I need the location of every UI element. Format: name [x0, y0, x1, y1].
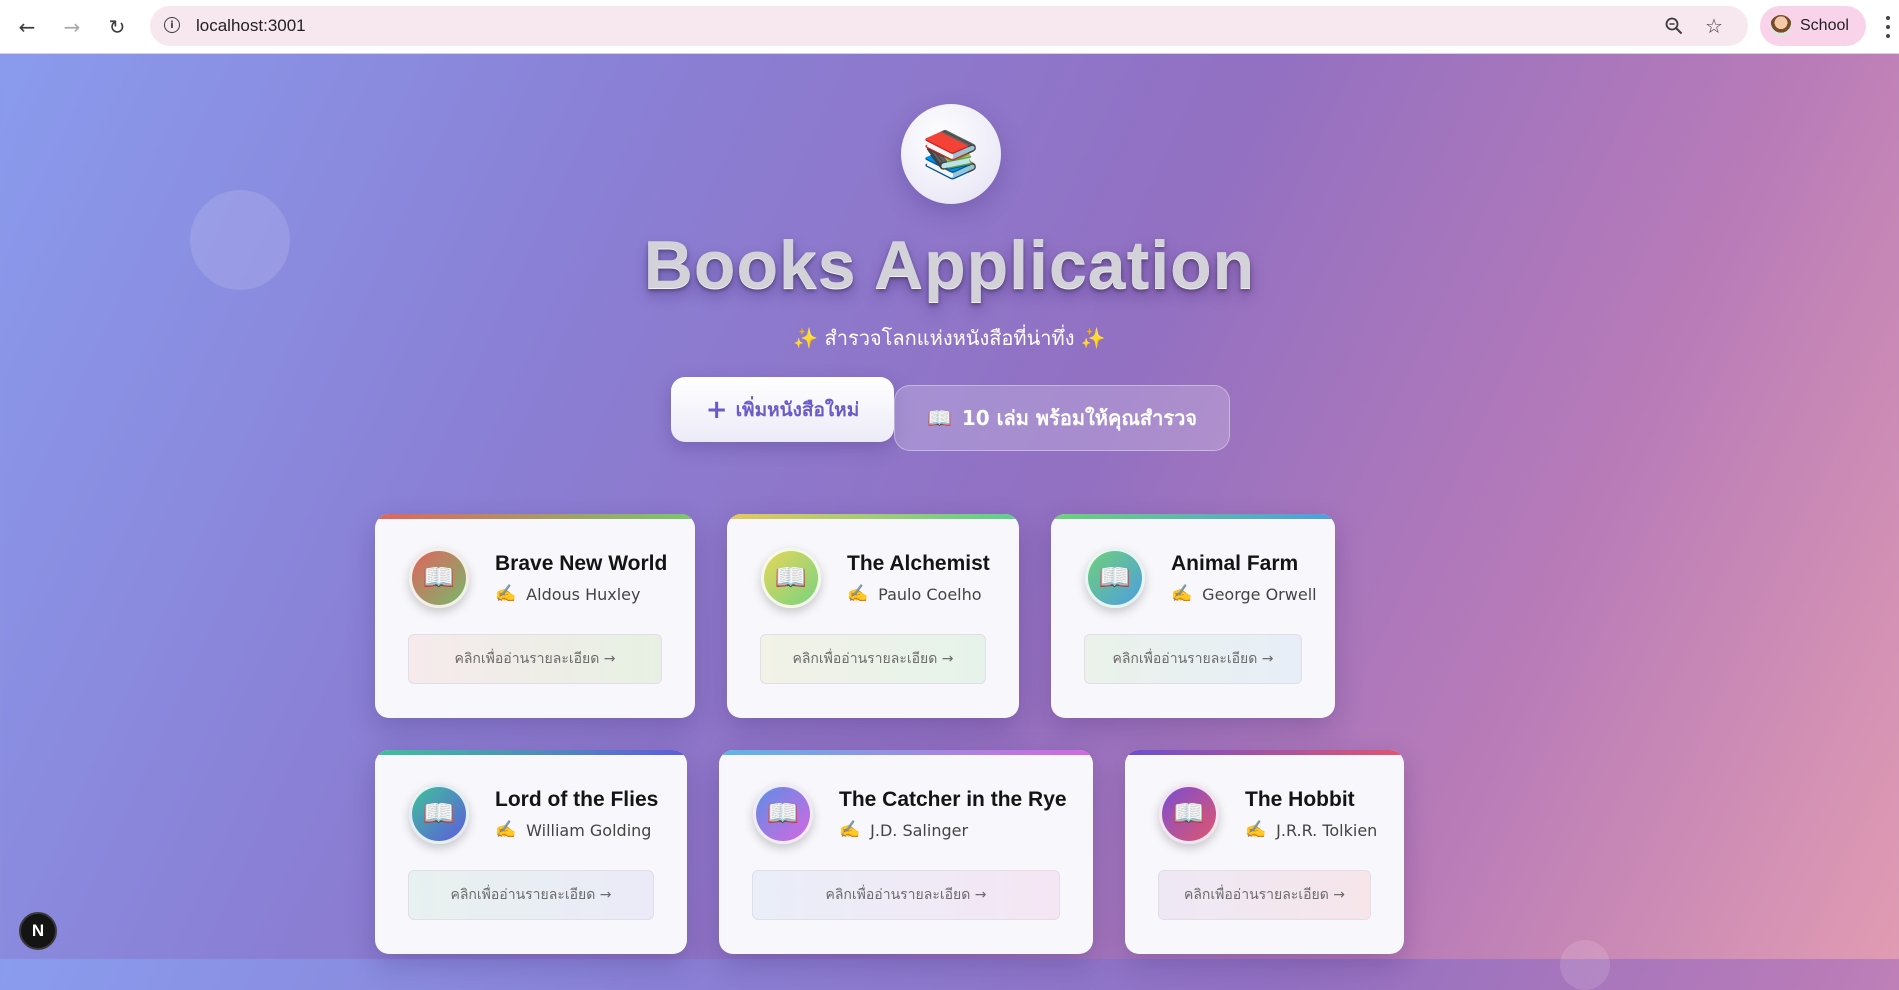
- browser-toolbar: ← → ↻ i localhost:3001 ☆ School: [0, 0, 1899, 54]
- address-bar[interactable]: i localhost:3001 ☆: [150, 6, 1748, 46]
- book-author: ✍️ J.D. Salinger: [839, 820, 968, 840]
- author-name: J.R.R. Tolkien: [1276, 820, 1378, 840]
- read-details-button[interactable]: คลิกเพื่ออ่านรายละเอียด →: [760, 634, 986, 684]
- book-title: The Hobbit: [1245, 788, 1355, 811]
- zoom-icon[interactable]: [1662, 14, 1686, 38]
- card-accent-bar: [375, 514, 695, 519]
- book-card[interactable]: 📖 The Catcher in the Rye ✍️ J.D. Salinge…: [719, 750, 1093, 954]
- book-card[interactable]: 📖 The Alchemist ✍️ Paulo Coelho คลิกเพื่…: [727, 514, 1019, 718]
- book-count-badge: 📖 10 เล่ม พร้อมให้คุณสำรวจ: [894, 385, 1230, 451]
- url-text[interactable]: localhost:3001: [196, 16, 306, 36]
- pen-icon: ✍️: [839, 820, 861, 840]
- book-icon: 📖: [409, 784, 469, 844]
- book-icon: 📖: [753, 784, 813, 844]
- read-details-button[interactable]: คลิกเพื่ออ่านรายละเอียด →: [408, 634, 662, 684]
- pen-icon: ✍️: [495, 820, 517, 840]
- book-author: ✍️ J.R.R. Tolkien: [1245, 820, 1377, 840]
- plus-icon: +: [705, 394, 728, 425]
- pen-icon: ✍️: [1171, 584, 1193, 604]
- author-name: William Golding: [526, 820, 652, 840]
- open-book-icon: 📖: [926, 406, 952, 430]
- decorative-circle: [1560, 940, 1610, 990]
- card-accent-bar: [375, 750, 687, 755]
- add-book-label: เพิ่มหนังสือใหม่: [735, 398, 860, 421]
- profile-name: School: [1800, 17, 1849, 34]
- book-author: ✍️ George Orwell: [1171, 584, 1317, 604]
- pen-icon: ✍️: [495, 584, 517, 604]
- card-accent-bar: [727, 514, 1019, 519]
- add-book-button[interactable]: + เพิ่มหนังสือใหม่: [671, 377, 894, 442]
- read-details-button[interactable]: คลิกเพื่ออ่านรายละเอียด →: [1158, 870, 1371, 920]
- forward-button[interactable]: →: [57, 12, 87, 42]
- author-name: George Orwell: [1202, 584, 1317, 604]
- read-details-button[interactable]: คลิกเพื่ออ่านรายละเอียด →: [408, 870, 654, 920]
- avatar: [1770, 15, 1792, 37]
- book-author: ✍️ William Golding: [495, 820, 651, 840]
- info-icon[interactable]: i: [164, 17, 180, 33]
- book-title: The Alchemist: [847, 552, 990, 575]
- author-name: Aldous Huxley: [526, 584, 641, 604]
- arrow-right-icon: →: [63, 15, 81, 39]
- book-author: ✍️ Paulo Coelho: [847, 584, 982, 604]
- author-name: J.D. Salinger: [870, 820, 969, 840]
- book-card[interactable]: 📖 Animal Farm ✍️ George Orwell คลิกเพื่อ…: [1051, 514, 1335, 718]
- author-name: Paulo Coelho: [878, 584, 982, 604]
- book-title: Brave New World: [495, 552, 668, 575]
- reload-icon: ↻: [108, 15, 126, 39]
- book-author: ✍️ Aldous Huxley: [495, 584, 640, 604]
- star-icon[interactable]: ☆: [1702, 14, 1726, 38]
- book-icon: 📖: [1159, 784, 1219, 844]
- books-logo-icon: 📚: [901, 104, 1001, 204]
- card-accent-bar: [1051, 514, 1335, 519]
- arrow-left-icon: ←: [18, 15, 36, 39]
- book-icon: 📖: [409, 548, 469, 608]
- page-subtitle: ✨ สำรวจโลกแห่งหนังสือที่น่าทึ่ง ✨: [793, 326, 1106, 350]
- book-title: The Catcher in the Rye: [839, 788, 1067, 811]
- back-button[interactable]: ←: [12, 12, 42, 42]
- book-icon: 📖: [761, 548, 821, 608]
- book-card[interactable]: 📖 Brave New World ✍️ Aldous Huxley คลิกเ…: [375, 514, 695, 718]
- card-accent-bar: [719, 750, 1093, 755]
- pen-icon: ✍️: [1245, 820, 1267, 840]
- book-title: Lord of the Flies: [495, 788, 659, 811]
- profile-button[interactable]: School: [1760, 6, 1866, 46]
- page-title: Books Application: [643, 227, 1256, 303]
- reload-button[interactable]: ↻: [102, 12, 132, 42]
- read-details-button[interactable]: คลิกเพื่ออ่านรายละเอียด →: [1084, 634, 1302, 684]
- three-dots-icon[interactable]: [1884, 16, 1892, 38]
- read-details-button[interactable]: คลิกเพื่ออ่านรายละเอียด →: [752, 870, 1060, 920]
- card-accent-bar: [1125, 750, 1404, 755]
- book-icon: 📖: [1085, 548, 1145, 608]
- pen-icon: ✍️: [847, 584, 869, 604]
- nextjs-dev-indicator-icon[interactable]: N: [19, 912, 57, 950]
- book-card[interactable]: 📖 Lord of the Flies ✍️ William Golding ค…: [375, 750, 687, 954]
- book-card[interactable]: 📖 The Hobbit ✍️ J.R.R. Tolkien คลิกเพื่อ…: [1125, 750, 1404, 954]
- book-title: Animal Farm: [1171, 552, 1299, 575]
- book-count-label: 10 เล่ม พร้อมให้คุณสำรวจ: [961, 406, 1198, 430]
